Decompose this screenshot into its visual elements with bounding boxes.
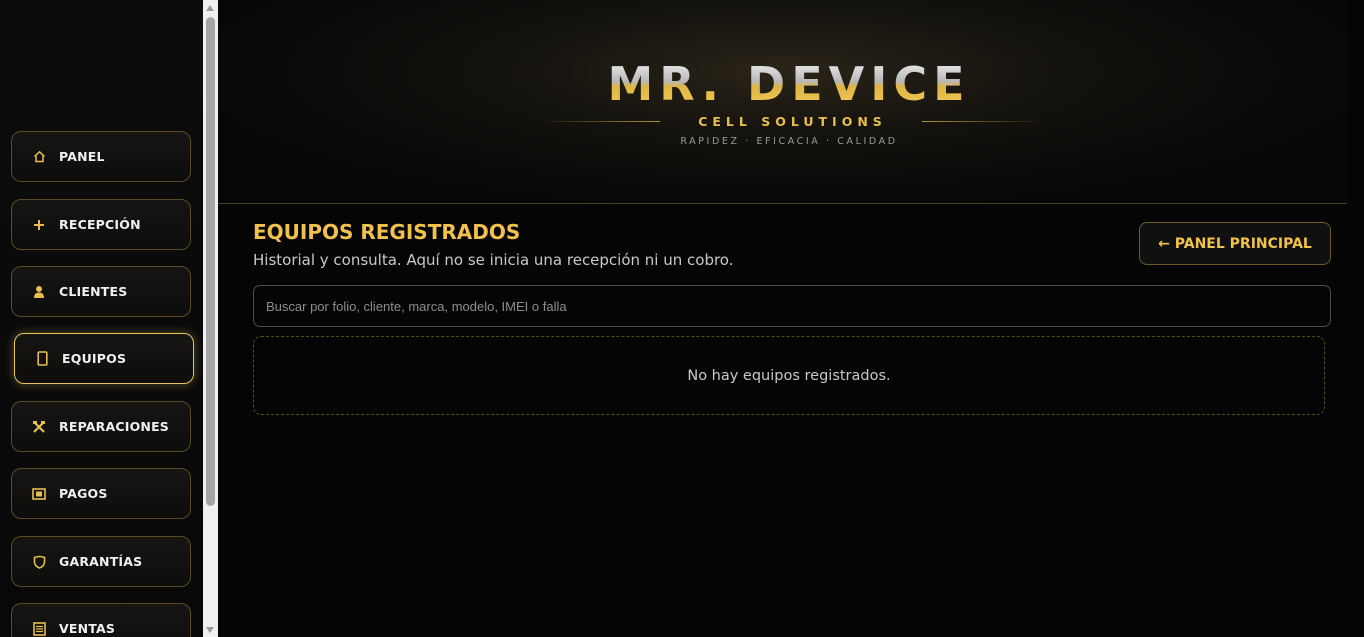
empty-message: No hay equipos registrados. <box>687 367 891 384</box>
register-icon <box>31 621 47 637</box>
sidebar-item-label: PAGOS <box>59 486 108 501</box>
divider <box>922 121 1045 122</box>
empty-state: No hay equipos registrados. <box>253 336 1325 415</box>
shield-icon <box>31 554 47 570</box>
logo-subtitle: CELL SOLUTIONS <box>698 114 887 129</box>
sidebar-item-recepcion[interactable]: RECEPCIÓN <box>11 199 191 250</box>
page-title: EQUIPOS REGISTRADOS <box>253 220 521 244</box>
scrollbar-thumb[interactable] <box>206 17 215 506</box>
sidebar-item-garantias[interactable]: GARANTÍAS <box>11 536 191 587</box>
tools-icon <box>31 419 47 435</box>
sidebar-item-equipos[interactable]: EQUIPOS <box>14 333 194 384</box>
plus-icon <box>31 217 47 233</box>
sidebar-scrollbar[interactable] <box>203 0 218 637</box>
payment-icon <box>31 486 47 502</box>
logo-title: MR. DEVICE <box>218 58 1360 110</box>
home-icon <box>31 149 47 165</box>
scroll-up-arrow-icon[interactable] <box>206 5 214 11</box>
page-subtitle: Historial y consulta. Aquí no se inicia … <box>253 251 734 269</box>
scroll-down-arrow-icon[interactable] <box>206 627 214 633</box>
logo-tagline: RAPIDEZ · EFICACIA · CALIDAD <box>680 136 898 147</box>
sidebar: PANEL RECEPCIÓN CLIENTES EQUIPOS REPARAC… <box>0 0 203 637</box>
divider <box>540 121 660 122</box>
header-banner: MR. DEVICE CELL SOLUTIONS RAPIDEZ · EFIC… <box>218 0 1347 204</box>
sidebar-item-clientes[interactable]: CLIENTES <box>11 266 191 317</box>
sidebar-item-label: CLIENTES <box>59 284 128 299</box>
sidebar-item-label: RECEPCIÓN <box>59 217 141 232</box>
sidebar-item-panel[interactable]: PANEL <box>11 131 191 182</box>
phone-icon <box>34 351 50 367</box>
sidebar-item-label: EQUIPOS <box>62 351 127 366</box>
user-icon <box>31 284 47 300</box>
back-to-panel-button[interactable]: ← PANEL PRINCIPAL <box>1139 222 1331 265</box>
sidebar-item-label: GARANTÍAS <box>59 554 143 569</box>
sidebar-item-label: VENTAS <box>59 621 116 636</box>
search-input[interactable] <box>253 285 1331 327</box>
sidebar-item-label: REPARACIONES <box>59 419 170 434</box>
sidebar-item-reparaciones[interactable]: REPARACIONES <box>11 401 191 452</box>
logo-subtitle-row: CELL SOLUTIONS <box>540 113 1045 131</box>
sidebar-item-ventas[interactable]: VENTAS <box>11 603 191 637</box>
sidebar-item-pagos[interactable]: PAGOS <box>11 468 191 519</box>
sidebar-item-label: PANEL <box>59 149 105 164</box>
